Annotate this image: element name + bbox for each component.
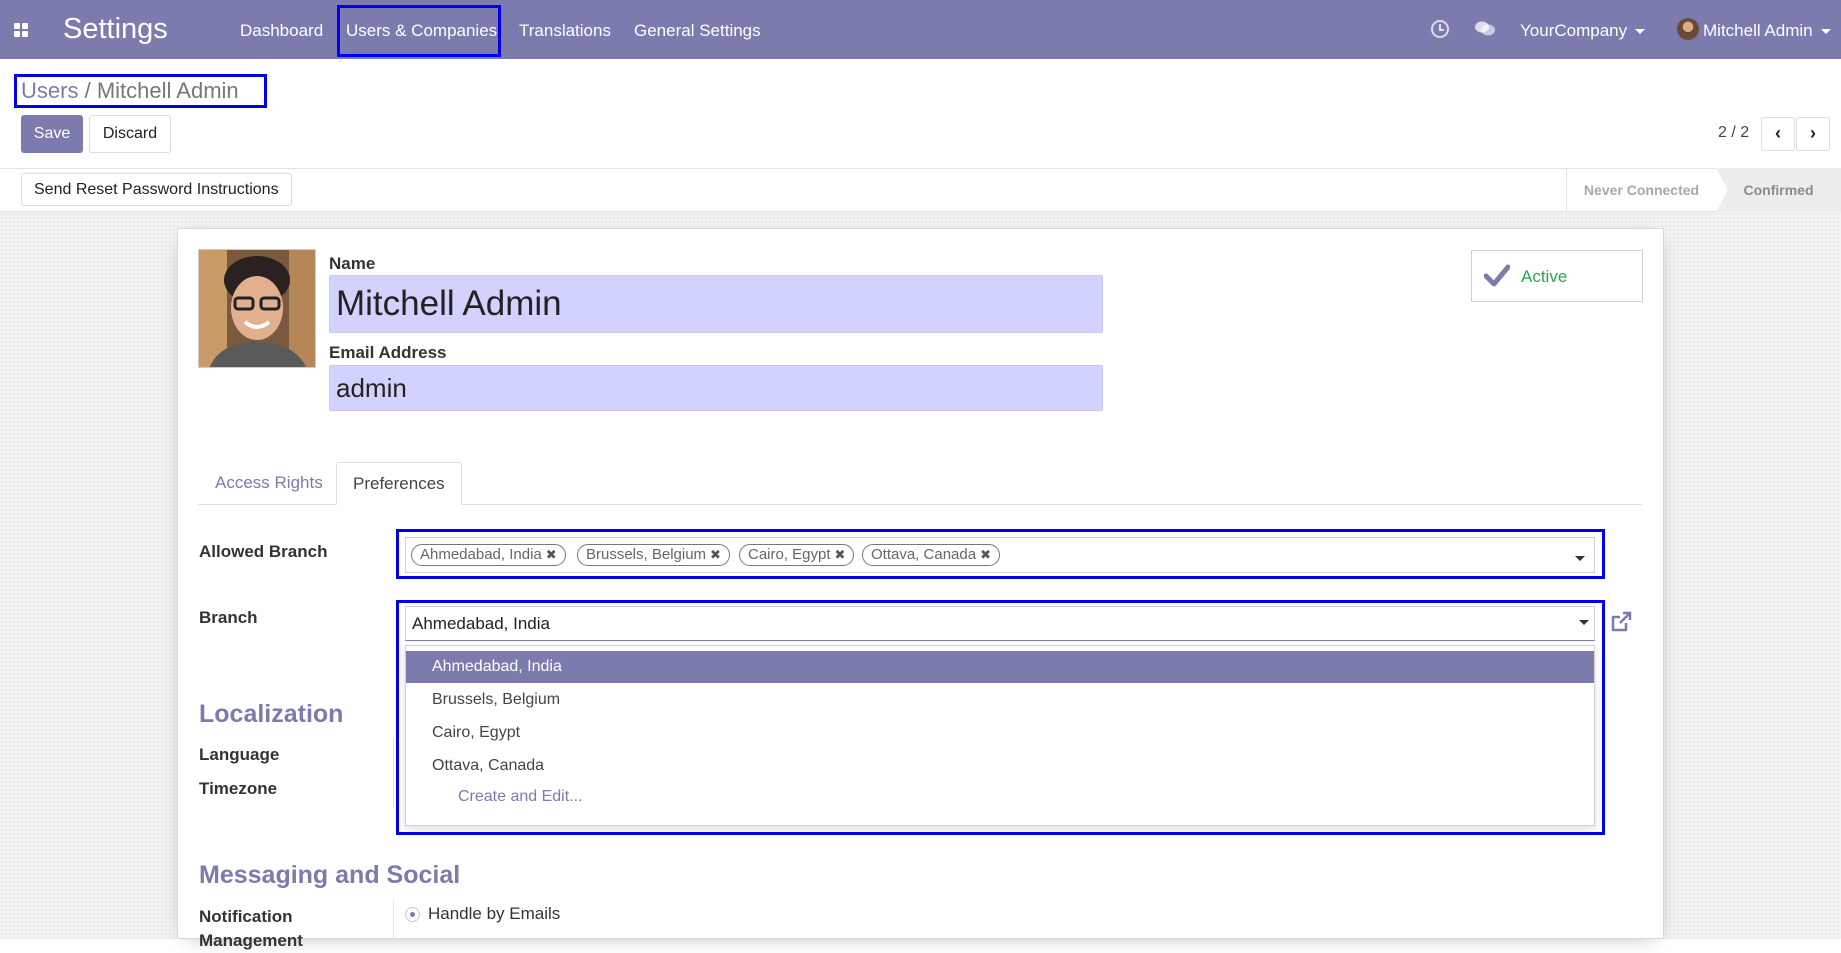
name-input[interactable]: Mitchell Admin — [329, 275, 1103, 333]
allowed-branch-tag: Cairo, Egypt ✖ — [739, 544, 855, 566]
branch-input[interactable]: Ahmedabad, India — [405, 606, 1595, 641]
tag-label: Brussels, Belgium — [586, 546, 707, 563]
create-and-edit-option[interactable]: Create and Edit... — [458, 788, 583, 806]
nav-translations[interactable]: Translations — [519, 21, 611, 41]
email-input[interactable]: admin — [329, 365, 1103, 411]
company-name: YourCompany — [1520, 21, 1628, 40]
allowed-branch-tag: Ottava, Canada ✖ — [862, 544, 1000, 566]
breadcrumb-separator: / — [84, 78, 91, 103]
remove-tag-icon[interactable]: ✖ — [835, 545, 846, 565]
allowed-branch-label: Allowed Branch — [199, 542, 328, 561]
localization-title: Localization — [199, 700, 344, 728]
dropdown-option-ahmedabad[interactable]: Ahmedabad, India — [406, 651, 1594, 683]
user-photo-image — [199, 250, 315, 367]
dropdown-option-brussels[interactable]: Brussels, Belgium — [406, 684, 1594, 716]
clock-icon[interactable] — [1431, 20, 1449, 38]
active-button[interactable]: Active — [1471, 250, 1643, 302]
chat-icon[interactable] — [1474, 20, 1496, 38]
company-switcher[interactable]: YourCompany — [1520, 21, 1646, 41]
check-icon — [1484, 264, 1510, 287]
user-name: Mitchell Admin — [1703, 21, 1813, 40]
top-navbar: Settings Dashboard Users & Companies Tra… — [0, 0, 1841, 59]
notification-label: Notification Management — [199, 907, 303, 950]
tab-access-rights[interactable]: Access Rights — [199, 462, 339, 505]
chevron-right-icon[interactable]: › — [1796, 117, 1830, 151]
nav-highlight-box — [337, 5, 501, 57]
nav-general-settings[interactable]: General Settings — [634, 21, 761, 41]
radio-icon[interactable] — [405, 907, 420, 922]
caret-down-icon[interactable] — [1575, 556, 1585, 561]
tag-label: Cairo, Egypt — [748, 546, 831, 563]
discard-button[interactable]: Discard — [89, 115, 171, 153]
nav-dashboard[interactable]: Dashboard — [240, 21, 323, 41]
field-divider — [393, 900, 394, 939]
caret-down-icon[interactable] — [1579, 620, 1589, 625]
breadcrumb-current: Mitchell Admin — [96, 78, 239, 103]
user-menu[interactable]: Mitchell Admin — [1703, 21, 1831, 41]
language-label: Language — [199, 745, 280, 764]
avatar[interactable] — [1677, 18, 1699, 40]
name-label: Name — [329, 254, 376, 273]
tab-preferences[interactable]: Preferences — [336, 462, 462, 505]
email-label: Email Address — [329, 343, 447, 362]
branch-label: Branch — [199, 608, 258, 627]
allowed-branch-tag: Ahmedabad, India ✖ — [411, 544, 566, 566]
breadcrumb: Users / Mitchell Admin — [21, 78, 239, 104]
chevron-left-icon[interactable]: ‹ — [1761, 117, 1795, 151]
save-button[interactable]: Save — [21, 115, 83, 153]
pager-value: 2 / 2 — [1718, 124, 1750, 141]
stage-confirmed[interactable]: Confirmed — [1716, 168, 1841, 212]
caret-down-icon — [1635, 29, 1646, 35]
external-link-icon[interactable] — [1609, 610, 1633, 634]
remove-tag-icon[interactable]: ✖ — [710, 545, 721, 565]
allowed-branch-tag: Brussels, Belgium ✖ — [577, 544, 730, 566]
caret-down-icon — [1820, 29, 1831, 35]
dropdown-option-ottava[interactable]: Ottava, Canada — [406, 750, 1594, 782]
remove-tag-icon[interactable]: ✖ — [546, 545, 557, 565]
user-photo[interactable] — [198, 249, 316, 368]
messaging-title: Messaging and Social — [199, 861, 461, 889]
remove-tag-icon[interactable]: ✖ — [980, 545, 991, 565]
dropdown-option-cairo[interactable]: Cairo, Egypt — [406, 717, 1594, 749]
timezone-label: Timezone — [199, 779, 278, 798]
stage-arrow — [1716, 168, 1728, 212]
field-divider — [393, 738, 394, 808]
breadcrumb-users-link[interactable]: Users — [21, 78, 78, 103]
app-title: Settings — [63, 13, 168, 45]
apps-icon[interactable] — [14, 23, 28, 37]
tag-label: Ottava, Canada — [871, 546, 977, 563]
stage-never-connected[interactable]: Never Connected — [1566, 168, 1716, 212]
tag-label: Ahmedabad, India — [420, 546, 542, 563]
notification-option-label[interactable]: Handle by Emails — [428, 904, 560, 924]
send-reset-password-button[interactable]: Send Reset Password Instructions — [21, 173, 292, 206]
active-label: Active — [1521, 267, 1568, 286]
